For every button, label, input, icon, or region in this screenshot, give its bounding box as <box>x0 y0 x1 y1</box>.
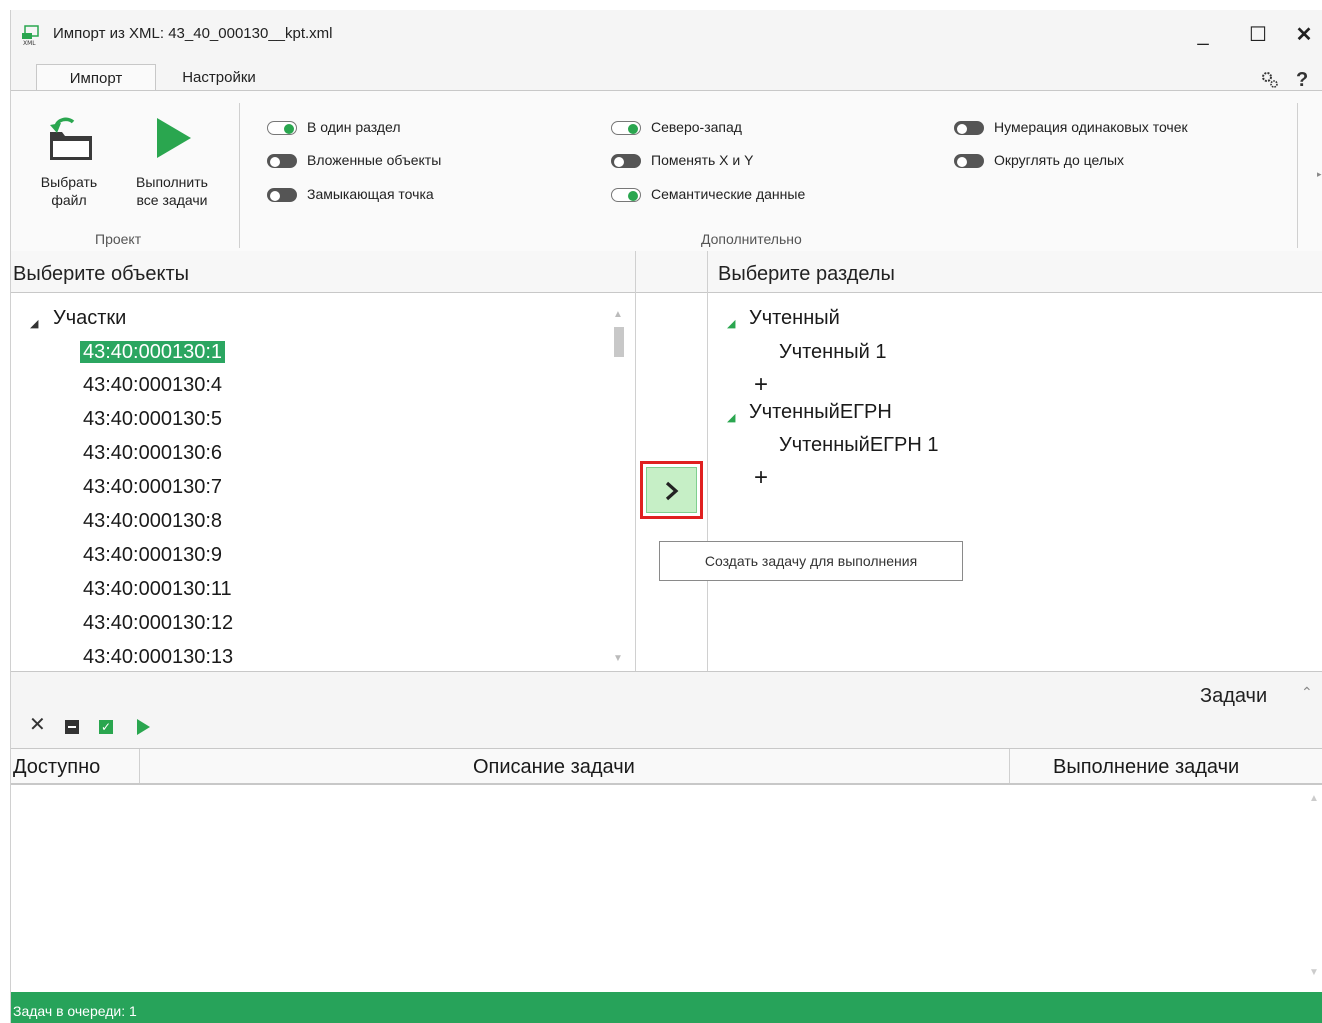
tree-group-parcels[interactable]: Участки <box>53 307 126 330</box>
add-subsection-icon[interactable]: + <box>754 464 768 492</box>
panel-divider-right <box>707 251 708 671</box>
tasks-title: Задачи <box>1200 685 1268 707</box>
scroll-down-icon[interactable]: ▼ <box>613 653 623 664</box>
scroll-up-icon[interactable]: ▲ <box>1309 793 1319 804</box>
toggle-label: Северо-запад <box>651 119 742 135</box>
tree-item-label: 43:40:000130:13 <box>83 648 234 668</box>
tree-item[interactable]: 43:40:000130:9 <box>83 544 222 567</box>
right-panel-header: Выберите разделы <box>718 263 895 285</box>
minimize-button[interactable]: _ <box>1186 20 1220 50</box>
toggle-label: Семантические данные <box>651 186 806 202</box>
column-available[interactable]: Доступно <box>13 756 100 779</box>
create-task-highlight <box>640 461 703 519</box>
collapse-icon[interactable]: ⌃ <box>1301 684 1313 701</box>
toggle-switch-off[interactable] <box>267 188 297 202</box>
toggle-switch-on[interactable] <box>267 121 297 135</box>
tree-subsection[interactable]: УчтенныйЕГРН 1 <box>779 434 938 457</box>
select-file-label-2: файл <box>51 192 87 208</box>
column-divider <box>1009 749 1010 783</box>
toggle-switch-off[interactable] <box>267 154 297 168</box>
toggle-switch-off[interactable] <box>954 121 984 135</box>
panel-divider-left <box>635 251 636 671</box>
tree-subsection[interactable]: Учтенный 1 <box>779 341 887 364</box>
tree-item-label: 43:40:000130:1 <box>80 341 226 363</box>
select-file-icon <box>50 117 92 160</box>
toggle-switch-off[interactable] <box>954 154 984 168</box>
run-all-label-2: все задачи <box>136 192 208 208</box>
scroll-up-icon[interactable]: ▲ <box>613 309 623 320</box>
tooltip: Создать задачу для выполнения <box>659 541 963 581</box>
svg-text:XML: XML <box>23 40 36 46</box>
delete-task-icon[interactable]: ✕ <box>29 712 46 737</box>
tree-item-clipped[interactable]: 43:40:000130:13 <box>71 648 621 670</box>
tree-item[interactable]: 43:40:000130:1 <box>80 341 226 364</box>
ribbon-tabs: Импорт Настройки ? <box>11 56 1322 92</box>
toggle-switch-off[interactable] <box>611 154 641 168</box>
window-title: Импорт из XML: 43_40_000130__kpt.xml <box>53 25 333 42</box>
create-task-button[interactable] <box>646 467 697 513</box>
select-file-label-1: Выбрать <box>40 174 98 190</box>
settings-gear-icon[interactable] <box>1259 69 1281 91</box>
toggle-label: Вложенные объекты <box>307 152 442 168</box>
status-bar: Задач в очереди: 1 <box>11 992 1322 1023</box>
toggle-switch-on[interactable] <box>611 188 641 202</box>
toggle-switch-on[interactable] <box>611 121 641 135</box>
tree-item[interactable]: 43:40:000130:12 <box>83 612 233 635</box>
tree-item[interactable]: 43:40:000130:7 <box>83 476 222 499</box>
close-button[interactable]: ✕ <box>1287 20 1321 50</box>
tree-item[interactable]: 43:40:000130:4 <box>83 374 222 397</box>
panels-header-row <box>11 251 1322 293</box>
tree-item[interactable]: 43:40:000130:6 <box>83 442 222 465</box>
title-bar: XML Импорт из XML: 43_40_000130__kpt.xml… <box>11 10 1322 56</box>
tasks-section: Задачи ⌃ ✕ ✓ Доступно Описание задачи Вы… <box>11 672 1322 993</box>
check-icon[interactable]: ✓ <box>99 720 113 734</box>
column-description[interactable]: Описание задачи <box>473 756 635 779</box>
toggle-label: Замыкающая точка <box>307 186 434 202</box>
tree-item[interactable]: 43:40:000130:5 <box>83 408 222 431</box>
create-task-arrow-icon <box>665 481 679 501</box>
column-divider <box>139 749 140 783</box>
extra-group-label: Дополнительно <box>701 231 802 247</box>
tree-section-registered-egrn[interactable]: УчтенныйЕГРН <box>749 401 892 424</box>
status-text: Задач в очереди: 1 <box>13 1003 137 1019</box>
toggle-label: Поменять X и Y <box>651 152 754 168</box>
left-panel-header: Выберите объекты <box>13 263 190 285</box>
collapse-arrow-icon[interactable]: ◢ <box>727 411 735 424</box>
tree-item[interactable]: 43:40:000130:8 <box>83 510 222 533</box>
run-all-icon <box>157 118 191 158</box>
tree-section-registered[interactable]: Учтенный <box>749 307 840 330</box>
scroll-thumb[interactable] <box>614 327 624 357</box>
toggle-label: Нумерация одинаковых точек <box>994 119 1188 135</box>
scroll-down-icon[interactable]: ▼ <box>1309 967 1319 978</box>
tab-settings[interactable]: Настройки <box>159 64 279 91</box>
column-execution[interactable]: Выполнение задачи <box>1053 756 1239 779</box>
project-group-label: Проект <box>95 231 142 247</box>
toggle-label: В один раздел <box>307 119 401 135</box>
tasks-table: Доступно Описание задачи Выполнение зада… <box>11 748 1322 993</box>
ribbon-separator-right <box>1297 103 1298 248</box>
play-icon[interactable] <box>135 718 151 736</box>
ribbon-separator <box>239 103 240 248</box>
help-icon[interactable]: ? <box>1296 69 1308 92</box>
ribbon-scroll-right-icon[interactable]: ▸ <box>1317 169 1322 180</box>
maximize-button[interactable]: ☐ <box>1241 20 1275 50</box>
collapse-arrow-icon[interactable]: ◢ <box>30 317 38 330</box>
collapse-arrow-icon[interactable]: ◢ <box>727 317 735 330</box>
import-window: XML Импорт из XML: 43_40_000130__kpt.xml… <box>10 10 1322 1023</box>
ribbon: Выбрать файл Выполнить все задачи Проект… <box>11 90 1322 252</box>
tab-import[interactable]: Импорт <box>36 64 156 92</box>
minus-icon[interactable] <box>65 720 79 734</box>
tree-item[interactable]: 43:40:000130:11 <box>83 578 232 601</box>
panels-area: Выберите объекты Выберите разделы ◢ Учас… <box>11 251 1322 672</box>
xml-file-icon: XML <box>22 25 39 46</box>
add-subsection-icon[interactable]: + <box>754 371 768 399</box>
toggle-label: Округлять до целых <box>994 152 1125 168</box>
run-all-label-1: Выполнить <box>136 174 208 190</box>
